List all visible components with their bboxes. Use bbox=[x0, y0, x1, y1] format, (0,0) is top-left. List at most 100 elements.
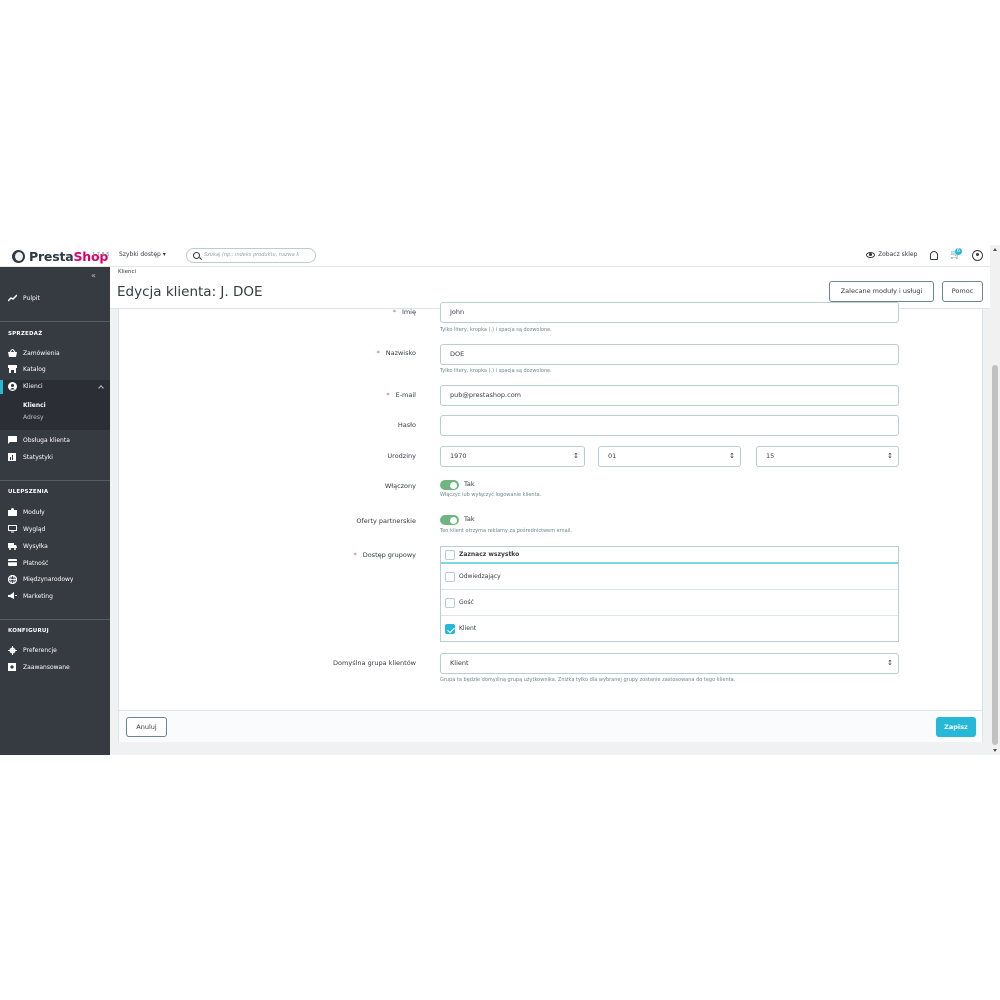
view-shop-label: Zobacz sklep bbox=[878, 251, 918, 258]
sidebar-item-label: Płatność bbox=[23, 559, 49, 567]
first-name-label: * Imię bbox=[392, 308, 416, 316]
collapse-sidebar-button[interactable]: « bbox=[91, 271, 96, 280]
chat-icon bbox=[8, 436, 17, 444]
assessment-icon bbox=[8, 453, 17, 461]
sidebar-item-stats[interactable]: Statystyki bbox=[8, 453, 53, 461]
version-label: 1.7.8.5 bbox=[92, 252, 110, 258]
select-all-label: Zaznacz wszystko bbox=[459, 551, 520, 558]
view-shop-link[interactable]: Zobacz sklep bbox=[866, 251, 917, 258]
birthday-day-select[interactable]: 15 bbox=[756, 446, 899, 467]
default-group-value: Klient bbox=[450, 659, 469, 667]
submenu-item-customers[interactable]: Klienci bbox=[23, 402, 46, 409]
sidebar-item-label: Pulpit bbox=[23, 294, 40, 302]
group-label: Odwiedzający bbox=[459, 573, 501, 580]
partner-offers-toggle-label: Tak bbox=[464, 515, 475, 523]
submenu-item-addresses[interactable]: Adresy bbox=[23, 414, 44, 421]
email-input[interactable]: pub@prestashop.com bbox=[440, 385, 899, 406]
globe-icon bbox=[7, 574, 18, 585]
recommended-modules-button[interactable]: Zalecane moduły i usługi bbox=[829, 281, 934, 302]
sidebar-item-preferences[interactable]: Preferencje bbox=[8, 646, 57, 655]
sidebar-divider bbox=[0, 480, 110, 481]
last-name-help: Tylko litery, kropka (.) i spacja są doz… bbox=[440, 368, 552, 374]
gear-icon bbox=[8, 646, 17, 655]
user-icon[interactable] bbox=[972, 250, 983, 261]
birthday-year-select[interactable]: 1970 bbox=[440, 446, 585, 467]
default-group-select[interactable]: Klient bbox=[440, 653, 899, 674]
sidebar-item-shipping[interactable]: Wysyłka bbox=[8, 542, 48, 550]
desktop-icon bbox=[8, 525, 17, 533]
sidebar-item-orders[interactable]: Zamówienia bbox=[8, 348, 60, 357]
sidebar-divider bbox=[0, 619, 110, 620]
email-label: * E-mail bbox=[386, 391, 416, 399]
sidebar-item-label: Statystyki bbox=[23, 453, 53, 461]
enabled-toggle-label: Tak bbox=[464, 480, 475, 488]
eye-icon bbox=[866, 251, 875, 258]
birthday-day-value: 15 bbox=[766, 452, 775, 460]
sidebar-item-label: Wygląd bbox=[23, 525, 46, 533]
quick-access-menu[interactable]: Szybki dostęp ▾ bbox=[119, 251, 166, 258]
top-bar: PrestaShop 1.7.8.5 Szybki dostęp ▾ Szuka… bbox=[0, 245, 990, 267]
birthday-month-select[interactable]: 01 bbox=[598, 446, 741, 467]
enabled-toggle[interactable] bbox=[440, 480, 459, 490]
partner-offers-toggle[interactable] bbox=[440, 515, 459, 525]
sidebar-item-marketing[interactable]: Marketing bbox=[8, 592, 53, 600]
section-improve: ULEPSZENIA bbox=[8, 489, 49, 495]
enabled-label: Włączony bbox=[384, 482, 416, 490]
sidebar-item-customer-service[interactable]: Obsługa klienta bbox=[8, 436, 70, 444]
sidebar-divider bbox=[0, 321, 110, 322]
password-input[interactable] bbox=[440, 415, 899, 436]
sidebar-item-label: Klienci bbox=[23, 382, 43, 390]
scroll-down-arrow-icon[interactable] bbox=[993, 749, 997, 752]
sidebar-item-international[interactable]: Międzynarodowy bbox=[7, 574, 74, 585]
sidebar-item-label: Wysyłka bbox=[23, 542, 48, 550]
section-configure: KONFIGURUJ bbox=[8, 628, 49, 634]
group-row-guest[interactable]: Gość bbox=[441, 590, 898, 616]
cancel-button[interactable]: Anuluj bbox=[126, 717, 167, 737]
section-sell: SPRZEDAŻ bbox=[8, 331, 43, 337]
group-row-visitor[interactable]: Odwiedzający bbox=[441, 564, 898, 590]
sidebar-item-label: Międzynarodowy bbox=[23, 575, 74, 583]
puzzle-icon bbox=[8, 508, 17, 516]
save-button[interactable]: Zapisz bbox=[936, 717, 976, 737]
megaphone-icon bbox=[8, 592, 17, 600]
group-access-list: Zaznacz wszystko Odwiedzający Gość Klien… bbox=[440, 546, 899, 642]
search-box[interactable]: Szukaj (np.: indeks produktu, nazwa k bbox=[186, 248, 316, 263]
sidebar-item-advanced[interactable]: Zaawansowane bbox=[8, 663, 70, 671]
sidebar-submenu: Klienci Adresy bbox=[0, 394, 110, 430]
group-checkbox[interactable] bbox=[445, 598, 455, 608]
group-checkbox[interactable] bbox=[445, 572, 455, 582]
breadcrumb[interactable]: Klienci bbox=[118, 269, 136, 275]
sidebar-item-label: Obsługa klienta bbox=[23, 436, 70, 444]
sidebar-item-customers[interactable]: Klienci bbox=[8, 382, 43, 391]
sidebar-item-label: Marketing bbox=[23, 592, 53, 600]
search-input[interactable]: Szukaj (np.: indeks produktu, nazwa k bbox=[204, 252, 312, 258]
birthday-year-value: 1970 bbox=[450, 452, 467, 460]
help-button[interactable]: Pomoc bbox=[942, 281, 983, 302]
scrollbar[interactable] bbox=[990, 245, 1000, 755]
first-name-input[interactable]: John bbox=[440, 302, 899, 323]
sidebar-item-catalog[interactable]: Katalog bbox=[8, 365, 46, 373]
store-icon bbox=[8, 365, 17, 373]
last-name-input[interactable]: DOE bbox=[440, 344, 899, 365]
sidebar-item-label: Katalog bbox=[23, 365, 46, 373]
settings-applications-icon bbox=[8, 663, 17, 671]
sidebar-item-payment[interactable]: Płatność bbox=[8, 559, 48, 567]
group-row-customer[interactable]: Klient bbox=[441, 616, 898, 642]
group-label: Gość bbox=[459, 599, 474, 606]
select-all-row[interactable]: Zaznacz wszystko bbox=[441, 547, 898, 564]
select-all-checkbox[interactable] bbox=[445, 550, 455, 560]
group-checkbox-checked[interactable] bbox=[445, 624, 455, 634]
birthday-label: Urodziny bbox=[387, 452, 416, 460]
sidebar-item-dashboard[interactable]: Pulpit bbox=[7, 294, 40, 302]
group-label: Klient bbox=[459, 625, 477, 632]
customer-form-card: * Imię John Tylko litery, kropka (.) i sp… bbox=[118, 302, 983, 742]
last-name-label: * Nazwisko bbox=[376, 349, 416, 357]
scroll-up-arrow-icon[interactable] bbox=[993, 248, 997, 251]
sidebar-item-design[interactable]: Wygląd bbox=[8, 525, 45, 533]
default-group-help: Grupa ta będzie domyślną grupą użytkowni… bbox=[440, 677, 736, 683]
sidebar-item-modules[interactable]: Moduły bbox=[8, 508, 45, 516]
bell-icon[interactable] bbox=[930, 251, 938, 260]
scroll-thumb[interactable] bbox=[992, 365, 998, 745]
trending-up-icon bbox=[7, 294, 18, 302]
password-label: Hasło bbox=[397, 421, 416, 429]
